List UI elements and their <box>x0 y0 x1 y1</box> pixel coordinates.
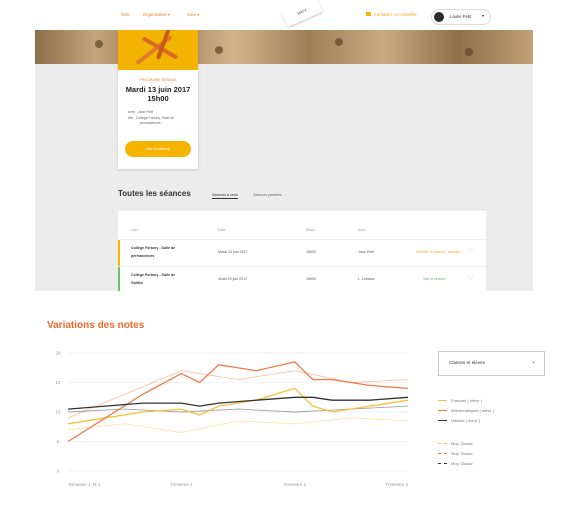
legend-item[interactable]: Histoire ( élève ) <box>438 418 480 423</box>
series-line <box>67 370 409 419</box>
legend-swatch <box>438 463 447 465</box>
chevron-down-icon: ⌄ <box>530 359 536 365</box>
legend-label: Moy. Classe <box>451 451 473 456</box>
grades-chart: 0 5 10 15 20 Trimestre 1, N-1 Trimestre 1 Trime… <box>55 351 409 488</box>
x-tick-label: Trimestre 1 <box>170 482 193 487</box>
y-tick-label: 20 <box>55 351 61 356</box>
legend-item[interactable]: Mathématiques ( élève ) <box>438 408 494 413</box>
y-tick-label: 15 <box>55 380 61 385</box>
legend-item[interactable]: Moy. Classe <box>438 441 473 446</box>
legend-item[interactable]: Moy. Classe <box>438 451 473 456</box>
y-tick-label: 10 <box>55 410 61 415</box>
y-tick-label: 0 <box>57 469 60 474</box>
select-value: Classes et élèves <box>449 360 486 365</box>
x-tick-label: Trimestre 1, N-1 <box>68 482 101 487</box>
x-tick-label: Trimestre 2 <box>283 482 306 487</box>
legend-swatch <box>438 410 447 412</box>
legend-label: Moy. Classe <box>451 441 473 446</box>
legend-swatch <box>438 453 447 455</box>
legend-item[interactable]: Moy. Classe <box>438 461 473 466</box>
legend-label: Moy. Classe <box>451 461 473 466</box>
legend-label: Mathématiques ( élève ) <box>451 408 494 413</box>
legend-label: Histoire ( élève ) <box>451 418 481 423</box>
class-select[interactable]: Classes et élèves ⌄ <box>438 351 545 376</box>
legend-item[interactable]: Français ( élève ) <box>438 398 482 403</box>
legend-swatch <box>438 400 447 402</box>
legend-label: Français ( élève ) <box>451 398 482 403</box>
series-line <box>67 417 409 434</box>
legend-swatch <box>438 420 447 422</box>
x-tick-label: Trimestre 3 <box>385 482 408 487</box>
y-tick-label: 5 <box>57 439 60 444</box>
legend-swatch <box>438 443 447 445</box>
